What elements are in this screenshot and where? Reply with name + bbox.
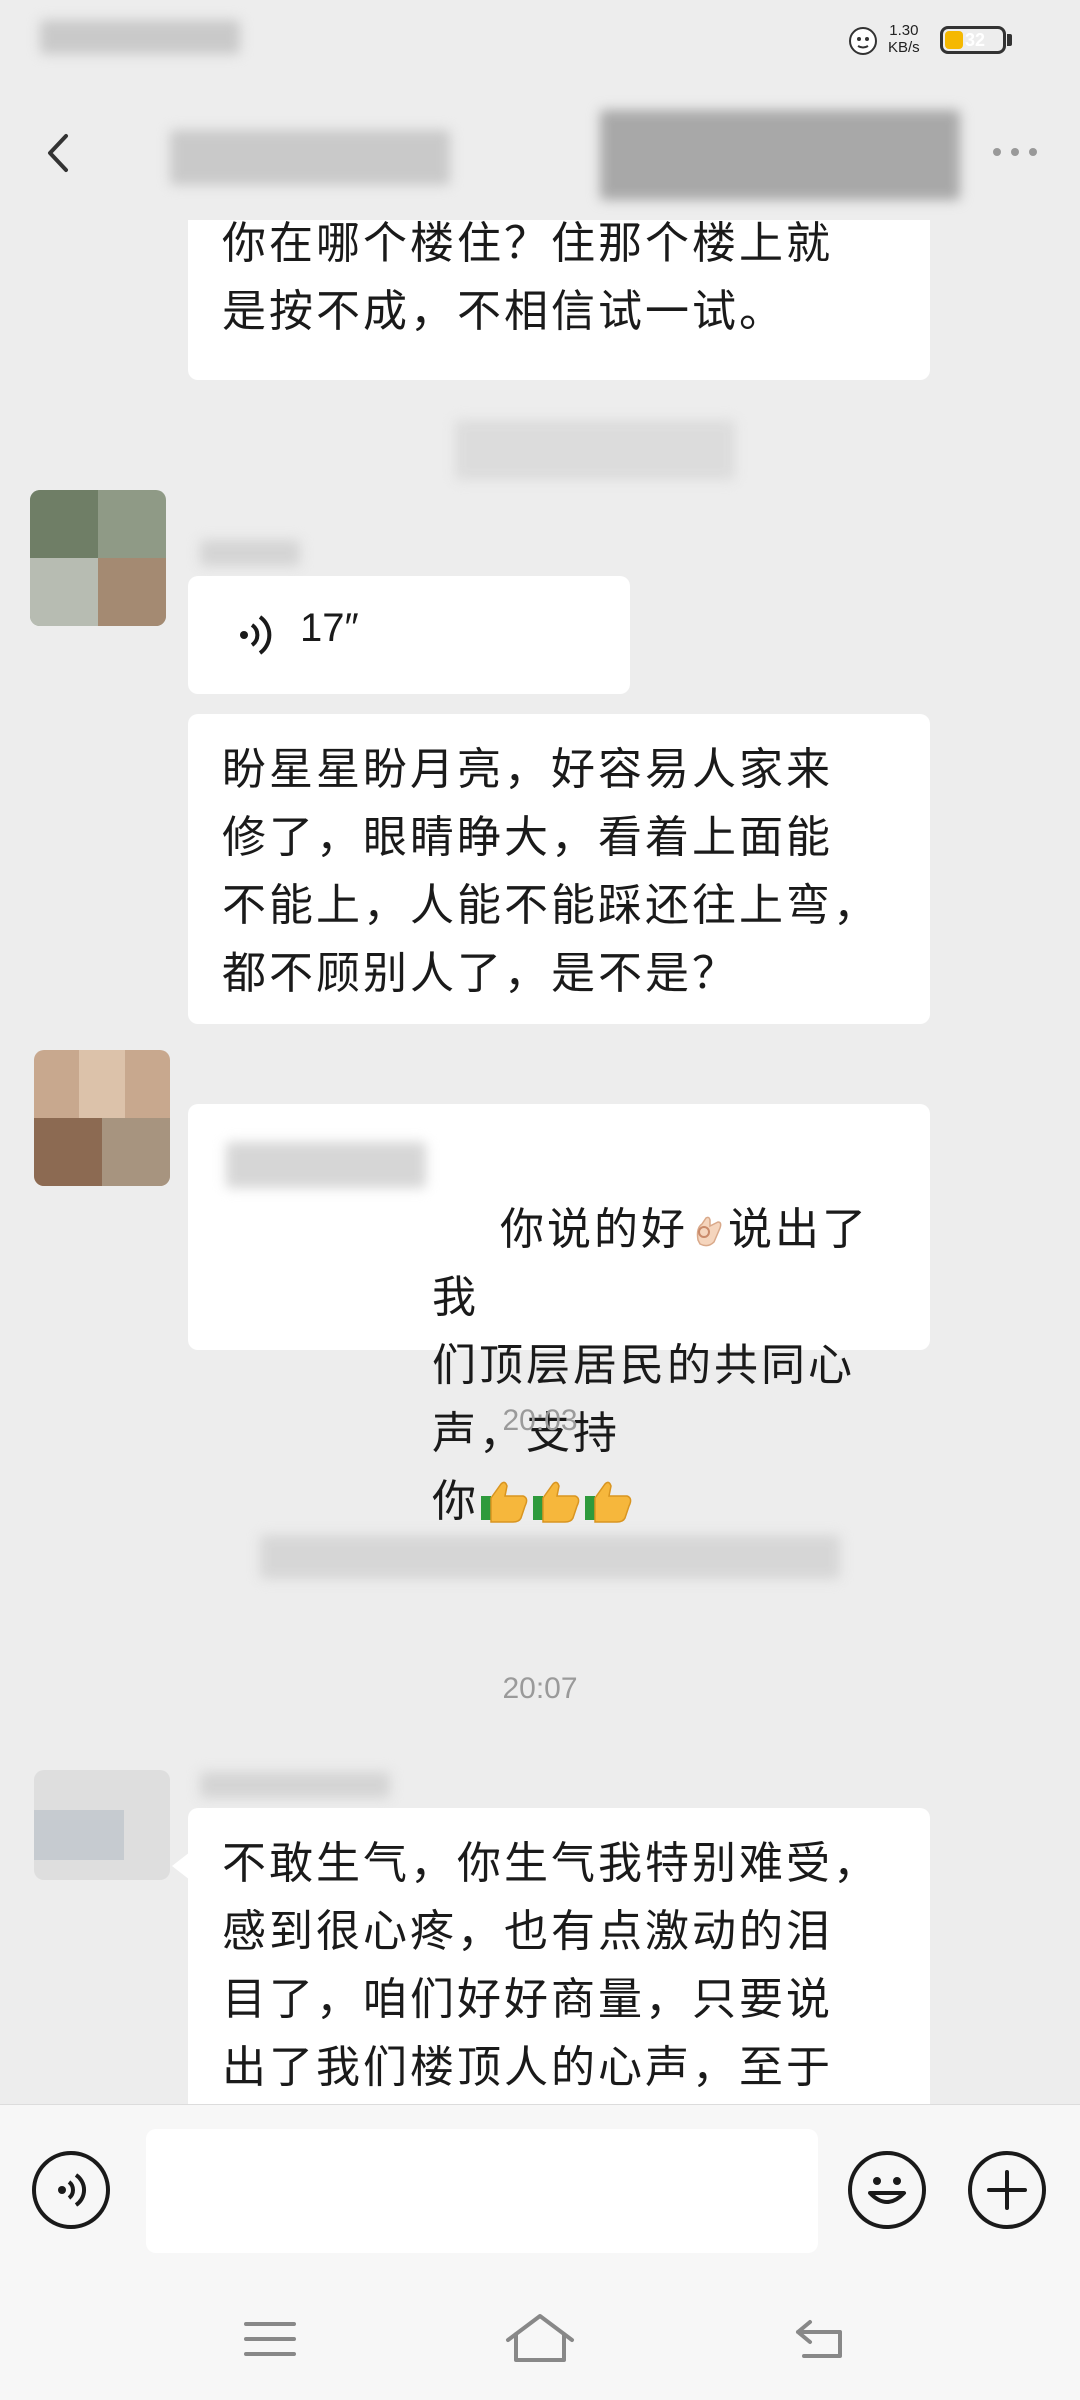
message-text: 盼星星盼月亮，好容易人家来 修了，眼睛睁大，看着上面能 不能上，人能不能踩还往上… <box>222 744 880 999</box>
ok-hand-emoji-icon <box>696 1216 722 1247</box>
add-more-button[interactable] <box>968 2151 1046 2229</box>
blurred-mention <box>226 1142 426 1188</box>
avatar[interactable] <box>34 1770 170 1880</box>
status-bar: 1.30 KB/s 32 <box>0 0 1080 90</box>
back-button[interactable] <box>36 128 86 178</box>
blurred-chat-title-2 <box>600 110 960 200</box>
more-dots-icon <box>993 148 1037 156</box>
avatar[interactable] <box>34 1050 170 1186</box>
more-options-button[interactable] <box>985 140 1045 164</box>
thumbs-up-emoji-icon <box>533 1481 580 1523</box>
blurred-system-notice <box>455 420 735 480</box>
voice-wave-icon <box>58 2173 86 2207</box>
return-arrow-icon <box>796 2320 842 2358</box>
chevron-left-icon <box>48 134 68 172</box>
battery-level-fill <box>945 31 963 49</box>
back-nav-button[interactable] <box>790 2314 852 2364</box>
thumbs-up-emoji-icon <box>585 1481 632 1523</box>
network-speed: 1.30 KB/s <box>888 22 920 56</box>
blurred-sender-name <box>200 1772 390 1798</box>
emoji-button[interactable] <box>848 2151 926 2229</box>
network-speed-value: 1.30 <box>889 22 919 39</box>
avatar[interactable] <box>30 490 166 626</box>
battery-cap <box>1007 34 1012 46</box>
voice-wave-icon <box>240 615 272 655</box>
blurred-carrier-info <box>40 20 240 54</box>
message-input[interactable] <box>146 2129 818 2253</box>
message-text: 你说的好 <box>499 1204 688 1255</box>
message-bubble[interactable]: 盼星星盼月亮，好容易人家来 修了，眼睛睁大，看着上面能 不能上，人能不能踩还往上… <box>188 714 930 1024</box>
menu-icon <box>244 2322 296 2356</box>
input-bar <box>0 2104 1080 2275</box>
voice-message-bubble[interactable]: 17″ <box>188 576 630 694</box>
system-navigation-bar <box>0 2274 1080 2400</box>
smiley-icon <box>868 2177 906 2204</box>
message-bubble[interactable]: 不敢生气，你生气我特别难受， 感到很心疼，也有点激动的泪 目了，咱们好好商量，只… <box>188 1808 930 2104</box>
menu-button[interactable] <box>240 2314 300 2364</box>
voice-duration: 17″ <box>300 606 359 650</box>
home-button[interactable] <box>502 2308 578 2368</box>
thumbs-up-emoji-group <box>479 1476 635 1527</box>
voice-input-button[interactable] <box>32 2151 110 2229</box>
chat-header <box>0 90 1080 220</box>
message-text: 不敢生气，你生气我特别难受， 感到很心疼，也有点激动的泪 目了，咱们好好商量，只… <box>222 1838 880 2093</box>
thumbs-up-emoji-icon <box>481 1481 528 1523</box>
battery-percentage: 32 <box>965 30 986 50</box>
status-app-icon <box>848 26 878 56</box>
network-speed-unit: KB/s <box>888 39 920 56</box>
home-icon <box>506 2314 574 2362</box>
blurred-system-notice <box>260 1535 840 1579</box>
message-bubble[interactable]: 你说的好 说出了我 们顶层居民的共同心声，支持 你 <box>188 1104 930 1527</box>
plus-icon <box>987 2170 1027 2210</box>
timestamp: 20:07 <box>502 1672 578 1705</box>
message-bubble[interactable]: 你在哪个楼住？住那个楼上就 是按不成，不相信试一试。 <box>188 218 930 380</box>
timestamp: 20:03 <box>502 1404 578 1437</box>
blurred-sender-name <box>200 540 300 566</box>
blurred-chat-title <box>170 130 450 185</box>
message-text: 你在哪个楼住？住那个楼上就 是按不成，不相信试一试。 <box>222 218 833 337</box>
